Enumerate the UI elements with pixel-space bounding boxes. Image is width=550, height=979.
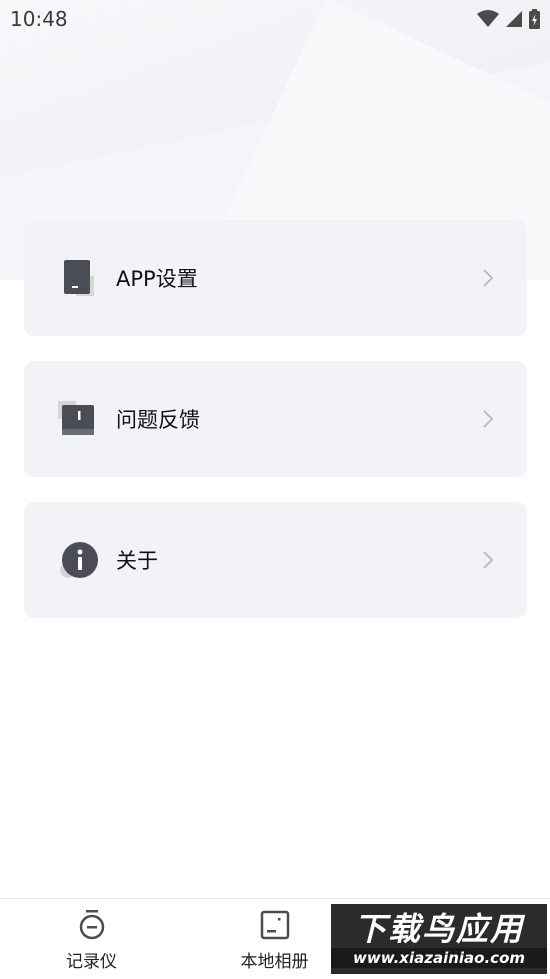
- tab-label: 本地相册: [240, 952, 309, 972]
- recorder-icon: [79, 910, 104, 940]
- chevron-right-icon: [483, 410, 494, 428]
- status-bar: 10:48: [0, 0, 550, 38]
- site-watermark: 下载鸟应用 www.xiazainiao.com: [329, 902, 549, 976]
- wifi-icon: [477, 10, 499, 27]
- menu-item-app-settings[interactable]: APP设置: [24, 220, 527, 336]
- status-icons: [477, 9, 540, 29]
- feedback-book-icon: [58, 399, 98, 439]
- menu-item-label: 关于: [116, 549, 158, 573]
- signal-icon: [506, 11, 522, 27]
- menu-item-label: APP设置: [116, 267, 198, 291]
- chevron-right-icon: [483, 269, 494, 287]
- album-icon: [260, 910, 289, 940]
- phone-settings-icon: [58, 258, 98, 298]
- menu-item-about[interactable]: 关于: [24, 502, 527, 618]
- battery-charging-icon: [529, 9, 540, 29]
- info-icon: [58, 540, 98, 580]
- menu-item-feedback[interactable]: 问题反馈: [24, 361, 527, 477]
- watermark-title: 下载鸟应用: [353, 910, 524, 948]
- watermark-url: www.xiazainiao.com: [331, 948, 547, 968]
- menu-item-label: 问题反馈: [116, 408, 200, 432]
- tab-recorder[interactable]: 记录仪: [0, 899, 183, 979]
- status-time: 10:48: [10, 7, 68, 31]
- chevron-right-icon: [483, 551, 494, 569]
- tab-label: 记录仪: [66, 952, 117, 972]
